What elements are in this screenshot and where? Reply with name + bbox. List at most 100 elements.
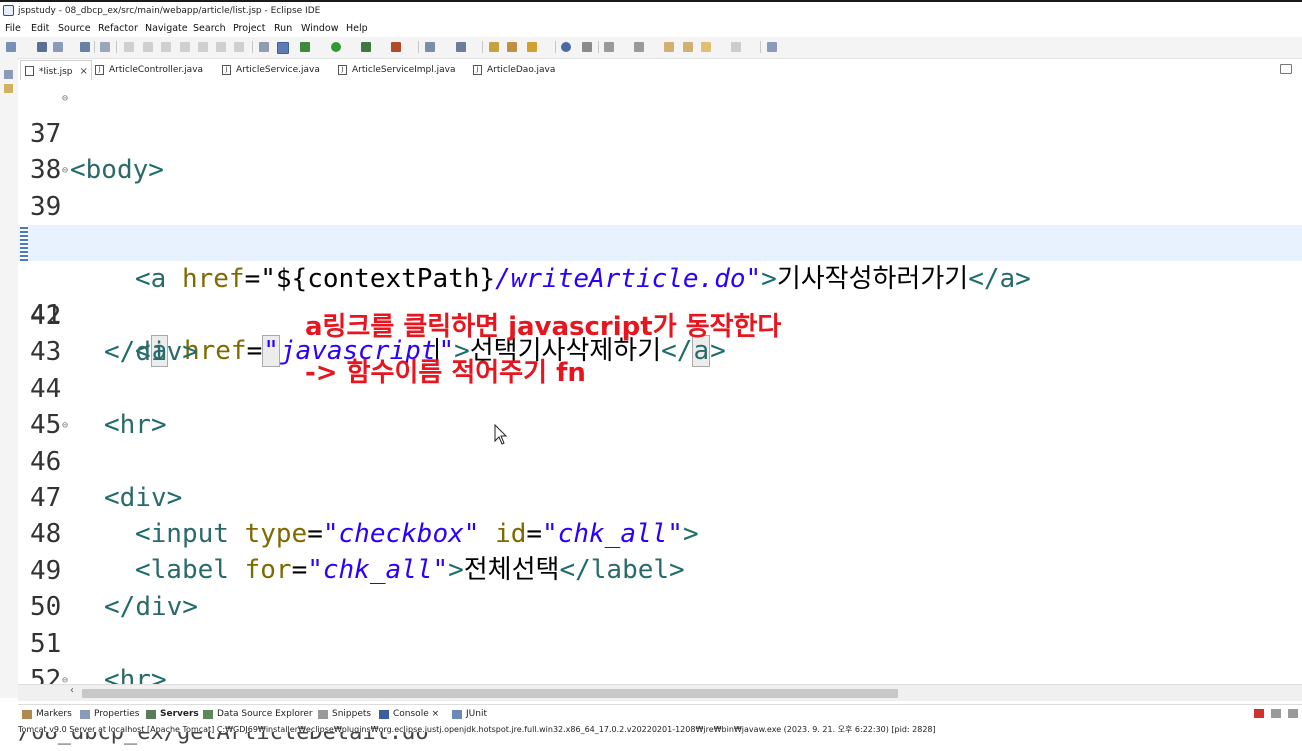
toggle-block-icon[interactable] — [277, 42, 289, 54]
close-icon[interactable]: × — [79, 66, 87, 77]
toolbar-separator — [94, 41, 95, 53]
menu-help[interactable]: Help — [346, 23, 368, 34]
title-bar: jspstudy - 08_dbcp_ex/src/main/webapp/ar… — [0, 0, 1302, 20]
maximize-icon[interactable] — [1280, 64, 1292, 74]
toolbar-separator — [252, 41, 253, 53]
data-source-icon — [203, 710, 213, 719]
external-tools-icon[interactable] — [391, 42, 401, 52]
code-line-current: 41 <a href="javascript">선택기사삭제하기</a> — [18, 225, 1302, 367]
tab-list-jsp[interactable]: *list.jsp × — [20, 60, 92, 80]
menu-edit[interactable]: Edit — [31, 23, 49, 34]
menu-run[interactable]: Run — [274, 23, 292, 34]
code-line: 42 </div> — [18, 262, 1302, 367]
tab-article-service-impl[interactable]: J ArticleServiceImpl.java — [334, 60, 460, 80]
fold-icon[interactable]: ⊖ — [62, 153, 68, 189]
tab-servers[interactable]: Servers — [146, 709, 199, 719]
bottom-panel-tabs: Markers Properties Servers Data Source E… — [18, 704, 1302, 725]
menu-file[interactable]: File — [5, 23, 21, 34]
new-class-icon[interactable] — [456, 42, 466, 52]
tab-label: ArticleServiceImpl.java — [352, 65, 456, 75]
close-icon[interactable]: × — [432, 709, 440, 719]
open-resource-icon[interactable] — [507, 42, 517, 52]
scroll-left-icon[interactable]: ‹ — [70, 685, 74, 696]
fold-icon[interactable]: ⊖ — [62, 663, 68, 684]
java-file-icon: J — [222, 65, 231, 75]
tab-article-controller[interactable]: J ArticleController.java — [91, 60, 207, 80]
annotation-line-1: a링크를 클릭하면 javascript가 동작한다 — [305, 312, 782, 342]
fold-icon[interactable]: ⊖ — [62, 81, 68, 117]
tab-label: ArticleDao.java — [487, 65, 556, 75]
tab-console[interactable]: Console × — [379, 709, 439, 719]
horizontal-scrollbar[interactable]: ‹ — [18, 684, 1302, 701]
prev-annotation-icon[interactable] — [634, 42, 644, 52]
terminate-icon[interactable] — [1254, 709, 1264, 718]
resume-icon[interactable] — [124, 42, 134, 52]
open-type-icon[interactable] — [489, 42, 499, 52]
browser-icon[interactable] — [561, 42, 571, 52]
tab-junit[interactable]: JUnit — [452, 709, 487, 719]
remove-launch-icon[interactable] — [1271, 709, 1281, 718]
forward-icon[interactable] — [701, 42, 711, 52]
menu-navigate[interactable]: Navigate — [145, 23, 188, 34]
toolbar-separator — [116, 41, 117, 53]
next-annotation-icon[interactable] — [604, 42, 614, 52]
run-icon[interactable] — [331, 42, 341, 52]
search-icon[interactable] — [527, 42, 537, 52]
tab-properties[interactable]: Properties — [80, 709, 139, 719]
new-icon[interactable] — [6, 42, 16, 52]
save-icon[interactable] — [37, 42, 47, 52]
forward-disabled-icon[interactable] — [731, 42, 741, 52]
tab-data-source-explorer[interactable]: Data Source Explorer — [203, 709, 313, 719]
properties-icon — [80, 710, 90, 719]
jsp-file-icon — [25, 66, 34, 76]
fold-icon[interactable]: ⊖ — [62, 408, 68, 444]
code-line: 49 </div> — [18, 517, 1302, 622]
code-editor[interactable]: 37⊖ <body> 38 39⊖ <div> 40 <a href="${co… — [18, 80, 1302, 684]
tab-article-dao[interactable]: J ArticleDao.java — [469, 60, 559, 80]
servers-icon — [146, 710, 156, 719]
pin-editor-icon[interactable] — [767, 42, 777, 52]
main-toolbar — [0, 37, 1302, 59]
last-edit-icon[interactable] — [664, 42, 674, 52]
console-icon — [379, 710, 389, 719]
coverage-icon[interactable] — [361, 42, 371, 52]
code-line: 50 — [18, 553, 1302, 622]
suspend-icon[interactable] — [143, 42, 153, 52]
tab-markers[interactable]: Markers — [22, 709, 72, 719]
mouse-pointer-icon — [494, 424, 508, 445]
annotation-icon[interactable] — [582, 42, 592, 52]
restore-icon[interactable] — [4, 70, 13, 79]
package-explorer-icon[interactable] — [4, 84, 13, 93]
menu-project[interactable]: Project — [233, 23, 266, 34]
step-return-icon[interactable] — [234, 42, 244, 52]
skip-breakpoints-icon[interactable] — [100, 42, 110, 52]
code-line: 47 <input type="checkbox" id="chk_all"> — [18, 444, 1302, 549]
menu-refactor[interactable]: Refactor — [98, 23, 138, 34]
back-icon[interactable] — [683, 42, 693, 52]
new-server-icon[interactable] — [425, 42, 435, 52]
menu-window[interactable]: Window — [301, 23, 338, 34]
terminate-icon[interactable] — [161, 42, 171, 52]
editor-tab-bar: *list.jsp × J ArticleController.java J Ar… — [18, 60, 1302, 81]
code-line: 37 ⊖ <body> — [18, 80, 1302, 185]
menu-search[interactable]: Search — [193, 23, 226, 34]
menu-source[interactable]: Source — [58, 23, 91, 34]
remove-all-icon[interactable] — [1288, 709, 1298, 718]
toggle-ant-icon[interactable] — [259, 42, 269, 52]
disconnect-icon[interactable] — [180, 42, 190, 52]
step-into-icon[interactable] — [198, 42, 208, 52]
java-file-icon: J — [338, 65, 347, 75]
tab-label: ArticleService.java — [236, 65, 320, 75]
scrollbar-thumb[interactable] — [82, 689, 898, 698]
print-icon[interactable] — [80, 42, 90, 52]
menu-bar: File Edit Source Refactor Navigate Searc… — [0, 20, 1302, 37]
save-all-icon[interactable] — [53, 42, 63, 52]
tab-snippets[interactable]: Snippets — [318, 709, 371, 719]
code-line: 40 <a href="${contextPath}/writeArticle.… — [18, 189, 1302, 294]
code-line: 48 <label for="chk_all">전체선택</label> — [18, 480, 1302, 585]
snippets-icon — [318, 710, 328, 719]
tab-article-service[interactable]: J ArticleService.java — [218, 60, 324, 80]
eclipse-app-icon — [3, 5, 14, 16]
step-over-icon[interactable] — [216, 42, 226, 52]
debug-icon[interactable] — [300, 42, 310, 52]
